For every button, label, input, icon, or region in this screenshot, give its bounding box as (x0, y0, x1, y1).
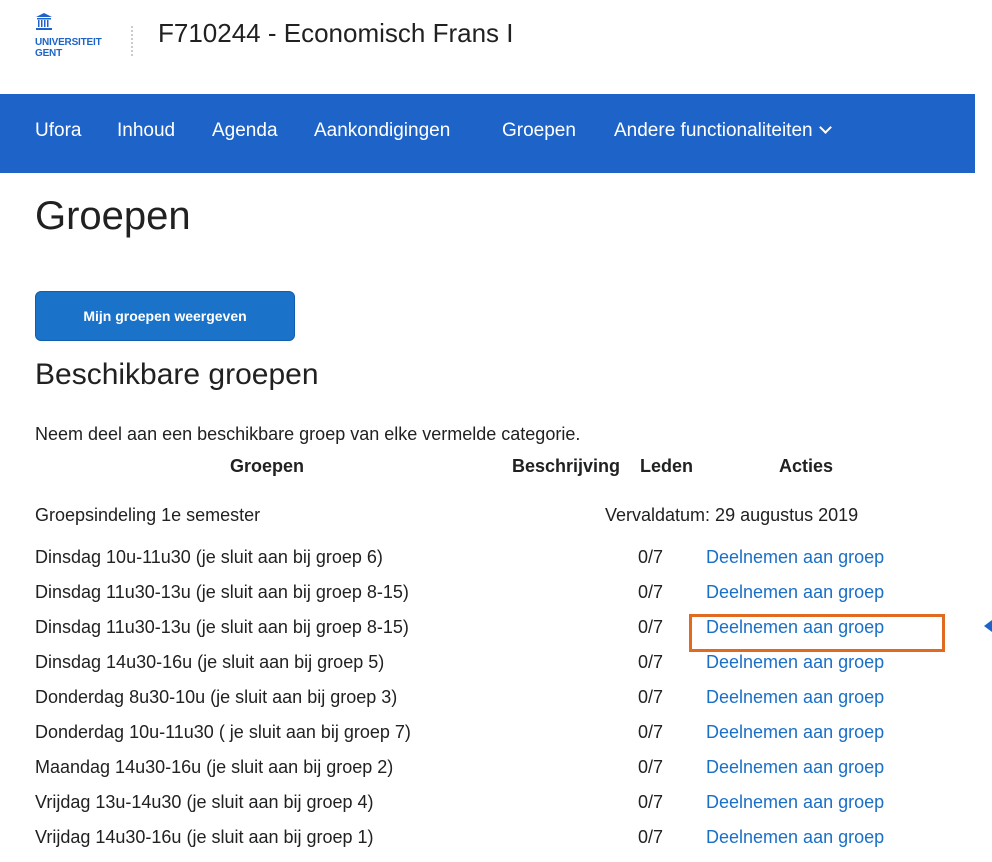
nav-more-label: Andere functionaliteiten (614, 120, 813, 141)
nav-groepen[interactable]: Groepen (502, 120, 576, 142)
nav-more-menu[interactable]: Andere functionaliteiten (614, 120, 832, 142)
logo-text-line-1: UNIVERSITEIT (35, 37, 102, 48)
table-row: Dinsdag 11u30-13u (je sluit aan bij groe… (0, 582, 992, 617)
join-group-link[interactable]: Deelnemen aan groep (706, 792, 884, 813)
group-name: Dinsdag 11u30-13u (je sluit aan bij groe… (35, 617, 409, 637)
my-groups-button[interactable]: Mijn groepen weergeven (35, 291, 295, 341)
highlight-box (689, 614, 945, 652)
table-row: Maandag 14u30-16u (je sluit aan bij groe… (0, 757, 992, 792)
group-name: Dinsdag 11u30-13u (je sluit aan bij groe… (35, 582, 409, 602)
column-header-description: Beschrijving (512, 456, 621, 476)
group-name: Vrijdag 14u30-16u (je sluit aan bij groe… (35, 827, 374, 847)
logo-text-line-2: GENT (35, 48, 62, 59)
table-row: Vrijdag 14u30-16u (je sluit aan bij groe… (0, 827, 992, 862)
category-name: Groepsindeling 1e semester (35, 505, 261, 525)
pointer-arrow-icon (984, 620, 992, 632)
group-members: 0/7 (638, 652, 664, 672)
join-group-link[interactable]: Deelnemen aan groep (706, 827, 884, 848)
course-title[interactable]: F710244 - Economisch Frans I (158, 18, 514, 49)
intro-text: Neem deel aan een beschikbare groep van … (35, 424, 581, 444)
nav-aankondigingen[interactable]: Aankondigingen (314, 120, 450, 142)
section-title: Beschikbare groepen (35, 358, 319, 391)
table-row: Donderdag 10u-11u30 ( je sluit aan bij g… (0, 722, 992, 757)
group-name: Vrijdag 13u-14u30 (je sluit aan bij groe… (35, 792, 374, 812)
join-group-link[interactable]: Deelnemen aan groep (706, 687, 884, 708)
join-group-link[interactable]: Deelnemen aan groep (706, 652, 884, 673)
chevron-down-icon (818, 121, 832, 134)
group-members: 0/7 (638, 617, 664, 637)
group-members: 0/7 (638, 792, 664, 812)
column-header-members: Leden (640, 456, 694, 476)
logo-text: UNIVERSITEIT GENT (35, 37, 102, 59)
group-name: Dinsdag 14u30-16u (je sluit aan bij groe… (35, 652, 385, 672)
page-title: Groepen (35, 194, 191, 238)
table-row: Vrijdag 13u-14u30 (je sluit aan bij groe… (0, 792, 992, 827)
nav-ufora[interactable]: Ufora (35, 120, 81, 142)
table-row: Dinsdag 14u30-16u (je sluit aan bij groe… (0, 652, 992, 687)
join-group-link[interactable]: Deelnemen aan groep (706, 757, 884, 778)
nav-inhoud[interactable]: Inhoud (117, 120, 175, 142)
group-name: Dinsdag 10u-11u30 (je sluit aan bij groe… (35, 547, 383, 567)
join-group-link[interactable]: Deelnemen aan groep (706, 722, 884, 743)
group-name: Maandag 14u30-16u (je sluit aan bij groe… (35, 757, 394, 777)
join-group-link[interactable]: Deelnemen aan groep (706, 547, 884, 568)
nav-agenda[interactable]: Agenda (212, 120, 278, 142)
group-members: 0/7 (638, 582, 664, 602)
column-header-actions: Acties (779, 456, 834, 476)
group-name: Donderdag 10u-11u30 ( je sluit aan bij g… (35, 722, 411, 742)
group-members: 0/7 (638, 827, 664, 847)
table-row: Dinsdag 10u-11u30 (je sluit aan bij groe… (0, 547, 992, 582)
group-members: 0/7 (638, 687, 664, 707)
group-members: 0/7 (638, 757, 664, 777)
group-name: Donderdag 8u30-10u (je sluit aan bij gro… (35, 687, 398, 707)
group-members: 0/7 (638, 547, 664, 567)
course-navbar: Ufora Inhoud Agenda Aankondigingen Groep… (0, 94, 975, 173)
category-due-date: Vervaldatum: 29 augustus 2019 (605, 505, 859, 525)
university-building-icon (36, 13, 52, 30)
table-row: Donderdag 8u30-10u (je sluit aan bij gro… (0, 687, 992, 722)
header-divider (131, 26, 133, 56)
header: UNIVERSITEIT GENT F710244 - Economisch F… (0, 0, 992, 94)
group-members: 0/7 (638, 722, 664, 742)
join-group-link[interactable]: Deelnemen aan groep (706, 582, 884, 603)
ugent-logo[interactable]: UNIVERSITEIT GENT (35, 12, 115, 64)
column-header-groups: Groepen (230, 456, 305, 476)
